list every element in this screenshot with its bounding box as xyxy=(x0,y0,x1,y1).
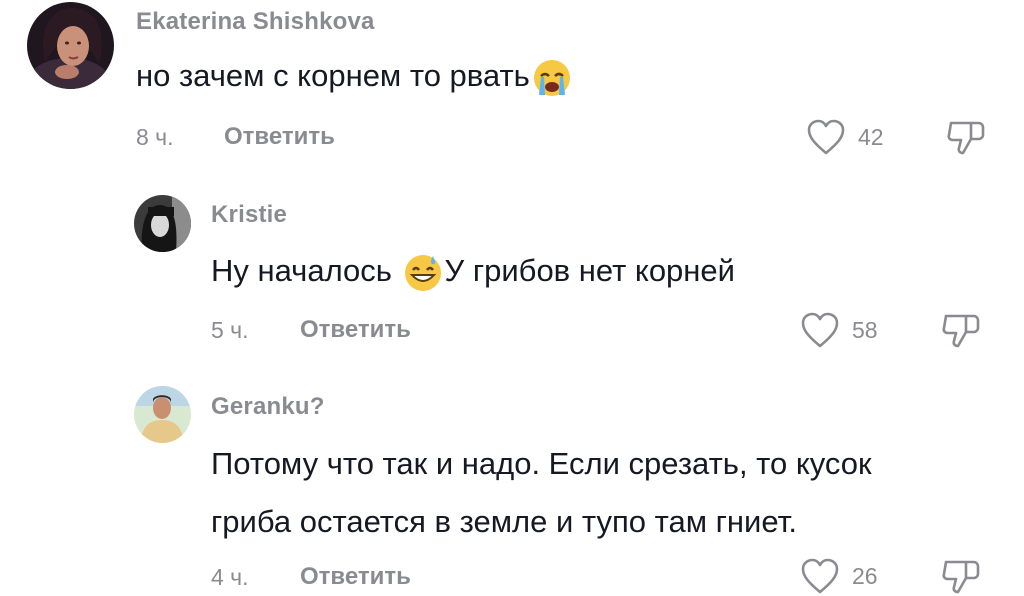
reply-button[interactable]: Ответить xyxy=(300,563,411,591)
comment-text: но зачем с корнем то рвать xyxy=(136,48,574,104)
comment-text: гриба остается в земле и тупо там гниет. xyxy=(211,504,797,539)
comment-username[interactable]: Kristie xyxy=(211,201,287,229)
loudly-crying-face-emoji xyxy=(532,58,572,98)
comment-text-content: но зачем с корнем то рвать xyxy=(136,58,530,93)
thumbs-down-outline-icon[interactable] xyxy=(940,310,982,350)
reply-button[interactable]: Ответить xyxy=(224,123,335,151)
comment-username[interactable]: Geranku? xyxy=(211,393,325,421)
comment-time: 5 ч. xyxy=(211,317,249,343)
like-count: 58 xyxy=(852,317,878,343)
heart-outline-icon[interactable] xyxy=(806,118,846,156)
like-count: 26 xyxy=(852,563,878,589)
comment-username[interactable]: Ekaterina Shishkova xyxy=(136,8,375,36)
avatar[interactable] xyxy=(27,2,114,89)
avatar[interactable] xyxy=(134,195,191,252)
like-count: 42 xyxy=(858,124,884,150)
heart-outline-icon[interactable] xyxy=(800,311,840,349)
comment-time: 4 ч. xyxy=(211,564,249,590)
comment-text: Ну началось У грибов нет корней xyxy=(211,243,735,299)
reply-button[interactable]: Ответить xyxy=(300,316,411,344)
comment-text-content: Ну началось xyxy=(211,253,401,288)
comment: Geranku? Потому что так и надо. Если сре… xyxy=(0,380,1024,596)
thumbs-down-outline-icon[interactable] xyxy=(945,117,987,157)
thumbs-down-outline-icon[interactable] xyxy=(940,556,982,596)
comment: Ekaterina Shishkova но зачем с корнем то… xyxy=(0,0,1024,170)
comment: Kristie Ну началось У грибов нет корней … xyxy=(0,190,1024,360)
comment-text: Потому что так и надо. Если срезать, то … xyxy=(211,446,872,481)
comment-time: 8 ч. xyxy=(136,124,174,150)
comment-text-content: У грибов нет корней xyxy=(444,253,735,288)
grinning-sweat-face-emoji xyxy=(403,253,443,293)
heart-outline-icon[interactable] xyxy=(800,557,840,595)
avatar[interactable] xyxy=(134,386,191,443)
